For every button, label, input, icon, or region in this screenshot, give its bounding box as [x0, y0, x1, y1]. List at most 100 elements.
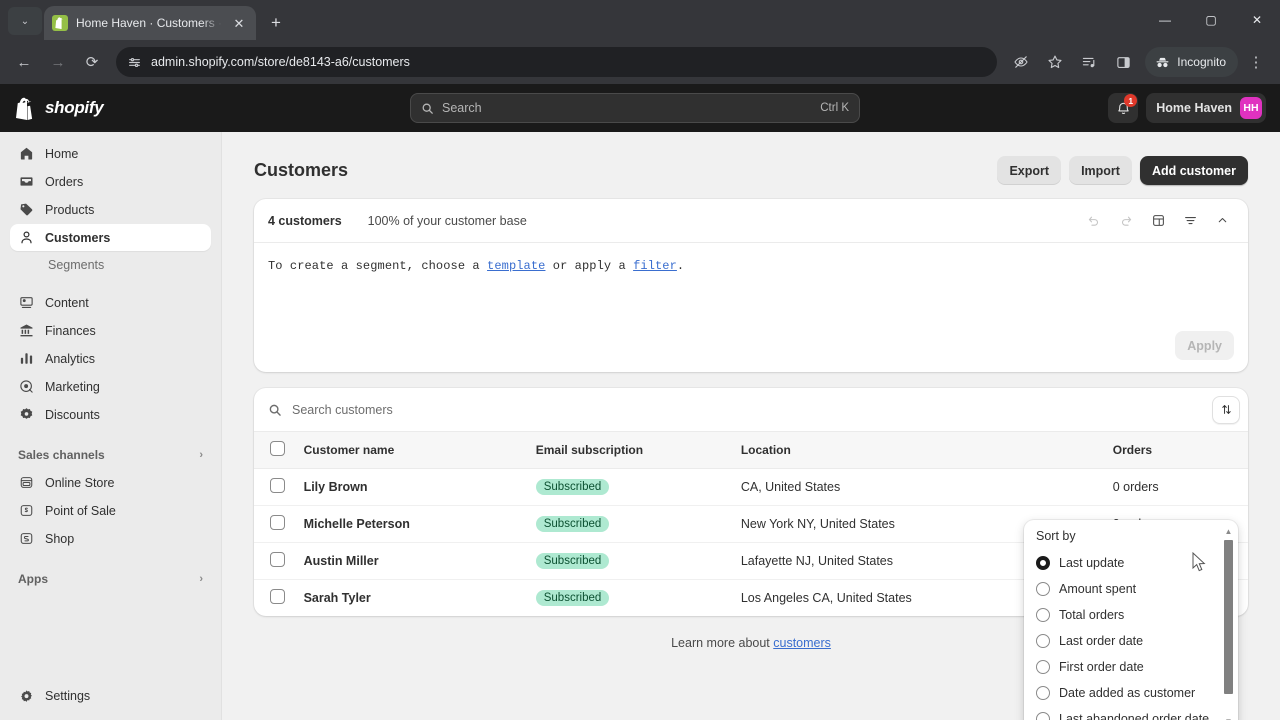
store-switcher[interactable]: Home Haven HH — [1146, 93, 1266, 123]
sidebar-item-online-store[interactable]: Online Store — [10, 469, 211, 496]
browser-menu-icon[interactable]: ⋮ — [1240, 46, 1272, 78]
row-checkbox[interactable] — [270, 552, 285, 567]
column-header-email-subscription[interactable]: Email subscription — [535, 432, 741, 469]
notifications-button[interactable]: 1 — [1108, 93, 1139, 123]
sidebar-section-sales-channels[interactable]: Sales channels › — [10, 441, 211, 469]
template-link[interactable]: template — [487, 259, 545, 273]
select-all-checkbox[interactable] — [270, 441, 285, 456]
forward-icon[interactable]: → — [42, 46, 74, 78]
redo-icon[interactable] — [1112, 207, 1140, 235]
incognito-label: Incognito — [1177, 55, 1226, 69]
back-icon[interactable]: ← — [8, 46, 40, 78]
radio-icon[interactable] — [1036, 686, 1050, 700]
scrollbar-thumb[interactable] — [1224, 540, 1233, 694]
columns-icon[interactable] — [1144, 207, 1172, 235]
sidebar-item-finances[interactable]: Finances — [10, 317, 211, 344]
sort-popover: Sort by Last update Amount spent Total o… — [1024, 520, 1238, 720]
sidebar-item-home[interactable]: Home — [10, 140, 211, 167]
shopify-brand[interactable]: shopify — [0, 96, 220, 120]
global-search-input[interactable]: Search Ctrl K — [410, 93, 860, 123]
sort-option-last-order-date[interactable]: Last order date — [1024, 628, 1238, 654]
export-button[interactable]: Export — [997, 156, 1062, 185]
segment-query-editor[interactable]: To create a segment, choose a template o… — [254, 243, 1248, 319]
browser-window: ⌄ Home Haven · Customers · Sho ✕ + — ▢ ✕… — [0, 0, 1280, 720]
column-header-orders[interactable]: Orders — [1112, 432, 1248, 469]
sidebar-subitem-segments[interactable]: Segments — [10, 252, 211, 277]
sort-button[interactable] — [1212, 395, 1240, 424]
sidebar-item-settings[interactable]: Settings — [10, 682, 211, 710]
reading-list-icon[interactable] — [1073, 46, 1105, 78]
row-checkbox[interactable] — [270, 478, 285, 493]
sidebar-item-discounts[interactable]: Discounts — [10, 401, 211, 428]
row-checkbox[interactable] — [270, 589, 285, 604]
radio-icon[interactable] — [1036, 608, 1050, 622]
star-icon[interactable] — [1039, 46, 1071, 78]
sort-option-amount-spent[interactable]: Amount spent — [1024, 576, 1238, 602]
learn-more-prefix: Learn more about — [671, 636, 774, 650]
sort-options-scroll: Sort by Last update Amount spent Total o… — [1024, 520, 1238, 720]
sort-option-last-update[interactable]: Last update — [1024, 550, 1238, 576]
window-maximize-button[interactable]: ▢ — [1188, 0, 1234, 40]
sidebar-item-label: Marketing — [45, 379, 100, 394]
filter-link[interactable]: filter — [633, 259, 677, 273]
radio-icon[interactable] — [1036, 634, 1050, 648]
scroll-up-arrow-icon[interactable]: ▲ — [1223, 526, 1234, 537]
sort-option-last-abandoned-order-date[interactable]: Last abandoned order date — [1024, 706, 1238, 720]
site-settings-icon[interactable] — [128, 56, 141, 69]
sidebar-item-customers[interactable]: Customers — [10, 224, 211, 251]
sidebar-item-marketing[interactable]: Marketing — [10, 373, 211, 400]
segment-tools — [1080, 207, 1236, 235]
storefront-icon — [18, 474, 35, 491]
sidebar-section-apps[interactable]: Apps › — [10, 565, 211, 593]
sidebar-item-point-of-sale[interactable]: Point of Sale — [10, 497, 211, 524]
apply-button[interactable]: Apply — [1175, 331, 1234, 360]
search-input[interactable]: Search customers — [292, 403, 1212, 417]
address-bar[interactable]: admin.shopify.com/store/de8143-a6/custom… — [116, 47, 998, 77]
window-close-button[interactable]: ✕ — [1234, 0, 1280, 40]
sidebar-item-analytics[interactable]: Analytics — [10, 345, 211, 372]
new-tab-button[interactable]: + — [262, 8, 290, 36]
side-panel-icon[interactable] — [1107, 46, 1139, 78]
sidebar-item-content[interactable]: Content — [10, 289, 211, 316]
filter-icon[interactable] — [1176, 207, 1204, 235]
browser-tab[interactable]: Home Haven · Customers · Sho ✕ — [44, 6, 256, 40]
cell-orders: 0 orders — [1112, 468, 1248, 506]
radio-icon[interactable] — [1036, 556, 1050, 570]
sort-option-first-order-date[interactable]: First order date — [1024, 654, 1238, 680]
add-customer-button[interactable]: Add customer — [1139, 156, 1248, 185]
eye-off-icon[interactable] — [1005, 46, 1037, 78]
column-header-location[interactable]: Location — [740, 432, 1113, 469]
tab-close-icon[interactable]: ✕ — [230, 14, 248, 32]
row-checkbox[interactable] — [270, 515, 285, 530]
search-shortcut-hint: Ctrl K — [820, 102, 849, 114]
row-select-cell — [254, 580, 304, 617]
reload-icon[interactable]: ⟳ — [76, 46, 108, 78]
person-icon — [18, 229, 35, 246]
customers-help-link[interactable]: customers — [773, 636, 831, 650]
window-minimize-button[interactable]: — — [1142, 0, 1188, 40]
incognito-indicator[interactable]: Incognito — [1145, 47, 1238, 77]
radio-icon[interactable] — [1036, 582, 1050, 596]
scroll-down-arrow-icon[interactable]: ▼ — [1223, 716, 1234, 720]
sort-option-total-orders[interactable]: Total orders — [1024, 602, 1238, 628]
popover-scrollbar[interactable]: ▲ ▼ — [1223, 524, 1235, 720]
undo-icon[interactable] — [1080, 207, 1108, 235]
column-header-customer-name[interactable]: Customer name — [303, 432, 536, 469]
segment-toolbar: 4 customers 100% of your customer base — [254, 199, 1248, 243]
tab-strip: ⌄ Home Haven · Customers · Sho ✕ + — ▢ ✕ — [0, 0, 1280, 40]
table-row[interactable]: Lily Brown Subscribed CA, United States … — [254, 468, 1248, 506]
status-badge: Subscribed — [535, 516, 610, 532]
sidebar-item-products[interactable]: Products — [10, 196, 211, 223]
radio-icon[interactable] — [1036, 712, 1050, 720]
tab-search-button[interactable]: ⌄ — [8, 7, 42, 35]
radio-icon[interactable] — [1036, 660, 1050, 674]
orders-icon — [18, 173, 35, 190]
sidebar-item-label: Products — [45, 202, 95, 217]
page-header: Customers Export Import Add customer — [254, 132, 1248, 199]
collapse-chevron-icon[interactable] — [1208, 207, 1236, 235]
import-button[interactable]: Import — [1069, 156, 1132, 185]
sort-option-date-added-as-customer[interactable]: Date added as customer — [1024, 680, 1238, 706]
sidebar-item-shop[interactable]: Shop — [10, 525, 211, 552]
sidebar-item-orders[interactable]: Orders — [10, 168, 211, 195]
status-badge: Subscribed — [535, 553, 610, 569]
